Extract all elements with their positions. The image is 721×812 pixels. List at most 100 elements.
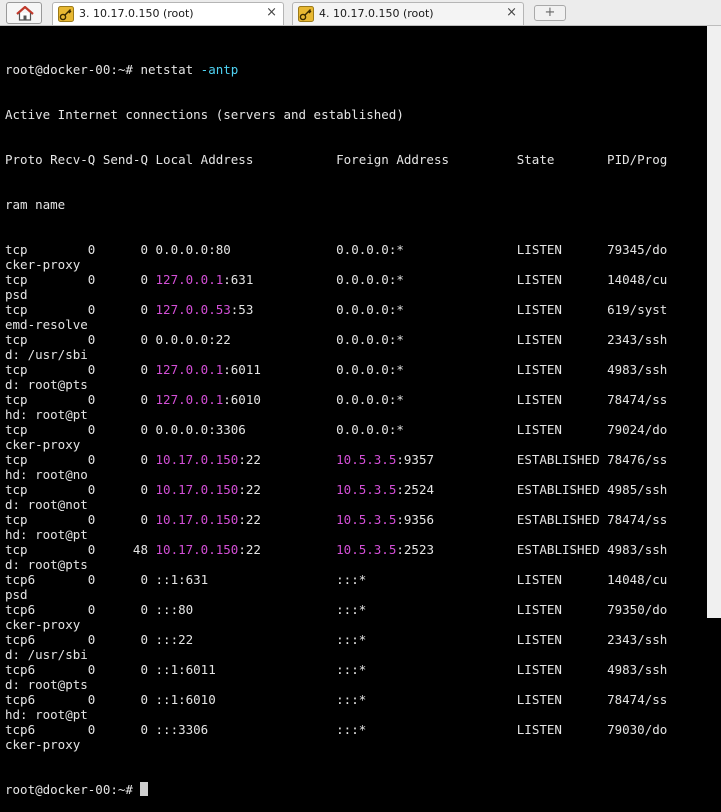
command: netstat (140, 62, 194, 77)
state-pid: LISTEN 14048/cu (516, 572, 668, 587)
foreign-ip: 10.5.3.5 (336, 452, 397, 467)
row-counts: tcp 0 0 (5, 392, 156, 407)
table-row-wrap: psd (5, 287, 28, 302)
home-button[interactable] (6, 2, 42, 24)
table-row-wrap: cker-proxy (5, 437, 81, 452)
foreign-port: 0.0.0.0:* (336, 332, 404, 347)
row-counts: tcp 0 0 (5, 512, 156, 527)
table-row: tcp 0 0 10.17.0.150:22 10.5.3.5:9356 EST… (5, 512, 707, 527)
state-pid: LISTEN 79350/do (516, 602, 668, 617)
local-port: :22 (238, 452, 261, 467)
tab-label: 4. 10.17.0.150 (root) (319, 7, 434, 20)
state-pid: LISTEN 79345/do (516, 242, 668, 257)
table-row-wrap: cker-proxy (5, 257, 81, 272)
state-pid: LISTEN 79030/do (516, 722, 668, 737)
local-ip: 127.0.0.1 (155, 392, 224, 407)
new-tab-button[interactable]: + (534, 5, 566, 21)
local-port: :6011 (223, 362, 261, 377)
table-row: tcp 0 0 0.0.0.0:22 0.0.0.0:* LISTEN 2343… (5, 332, 707, 347)
foreign-ip: 10.5.3.5 (336, 542, 397, 557)
row-counts: tcp 0 0 (5, 452, 156, 467)
output-heading: Active Internet connections (servers and… (5, 107, 404, 122)
row-counts: tcp 0 48 (5, 542, 156, 557)
foreign-port: 0.0.0.0:* (336, 242, 404, 257)
scrollbar[interactable] (707, 26, 721, 618)
tab-session-3[interactable]: 3. 10.17.0.150 (root) × (52, 2, 284, 25)
cursor (140, 782, 149, 796)
state-pid: LISTEN 2343/ssh (516, 632, 668, 647)
tab-bar: 3. 10.17.0.150 (root) × 4. 10.17.0.150 (… (0, 0, 721, 26)
table-row: tcp 0 0 0.0.0.0:80 0.0.0.0:* LISTEN 7934… (5, 242, 707, 257)
table-row-wrap: d: /usr/sbi (5, 647, 88, 662)
local-ip: 127.0.0.53 (155, 302, 231, 317)
state-pid: LISTEN 2343/ssh (516, 332, 668, 347)
tab-session-4[interactable]: 4. 10.17.0.150 (root) × (292, 2, 524, 25)
local-port: :::80 (155, 602, 194, 617)
home-icon (16, 6, 34, 21)
row-counts: tcp 0 0 (5, 422, 156, 437)
foreign-ip: 10.5.3.5 (336, 482, 397, 497)
local-port: ::1:6011 (155, 662, 216, 677)
foreign-port: :9357 (396, 452, 435, 467)
local-port: :::22 (155, 632, 194, 647)
table-row: tcp6 0 0 ::1:631 :::* LISTEN 14048/cu (5, 572, 707, 587)
local-ip: 127.0.0.1 (155, 272, 224, 287)
table-row-wrap: cker-proxy (5, 617, 81, 632)
table-row-wrap: d: root@pts (5, 377, 88, 392)
tab-label: 3. 10.17.0.150 (root) (79, 7, 194, 20)
row-counts: tcp6 0 0 (5, 662, 156, 677)
close-icon[interactable]: × (506, 5, 517, 20)
local-port: 0.0.0.0:80 (155, 242, 231, 257)
table-row: tcp 0 0 127.0.0.1:6010 0.0.0.0:* LISTEN … (5, 392, 707, 407)
foreign-port: 0.0.0.0:* (336, 302, 404, 317)
table-row: tcp 0 0 0.0.0.0:3306 0.0.0.0:* LISTEN 79… (5, 422, 707, 437)
state-pid: ESTABLISHED 78474/ss (516, 512, 668, 527)
local-port: :631 (223, 272, 254, 287)
prompt: root@docker-00:~# (5, 62, 141, 77)
foreign-port: :::* (336, 662, 367, 677)
local-port: :6010 (223, 392, 261, 407)
close-icon[interactable]: × (266, 5, 277, 20)
row-counts: tcp 0 0 (5, 302, 156, 317)
local-ip: 10.17.0.150 (155, 542, 239, 557)
local-port: :53 (230, 302, 254, 317)
foreign-port: :::* (336, 722, 367, 737)
local-port: :22 (238, 512, 261, 527)
command-line: root@docker-00:~# netstat -antp (5, 62, 707, 77)
table-row: tcp6 0 0 ::1:6010 :::* LISTEN 78474/ss (5, 692, 707, 707)
terminal-output[interactable]: root@docker-00:~# netstat -antp Active I… (5, 32, 707, 812)
table-row-wrap: d: /usr/sbi (5, 347, 88, 362)
table-row-wrap: d: root@pts (5, 677, 88, 692)
foreign-port: :2524 (396, 482, 435, 497)
foreign-port: :::* (336, 602, 367, 617)
foreign-port: 0.0.0.0:* (336, 422, 404, 437)
final-prompt-line[interactable]: root@docker-00:~# (5, 782, 707, 797)
state-pid: ESTABLISHED 4985/ssh (516, 482, 668, 497)
table-row-wrap: cker-proxy (5, 737, 81, 752)
local-port: 0.0.0.0:3306 (155, 422, 246, 437)
table-row: tcp 0 0 127.0.0.1:631 0.0.0.0:* LISTEN 1… (5, 272, 707, 287)
local-ip: 10.17.0.150 (155, 482, 239, 497)
row-counts: tcp 0 0 (5, 482, 156, 497)
